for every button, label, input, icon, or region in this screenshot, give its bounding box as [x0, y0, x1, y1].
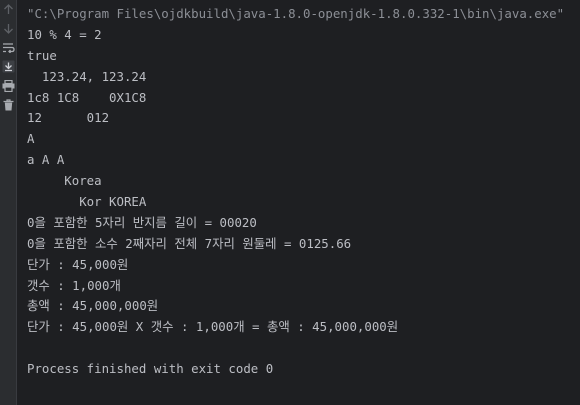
console-line: Kor KOREA	[27, 194, 147, 210]
console-line: 총액 : 45,000,000원	[27, 298, 159, 314]
console-line: A	[27, 131, 35, 147]
console-line: 갯수 : 1,000개	[27, 277, 121, 293]
console-line: 10 % 4 = 2	[27, 26, 102, 42]
console-command-line: "C:\Program Files\ojdkbuild\java-1.8.0-o…	[27, 6, 565, 21]
console-line: true	[27, 47, 57, 63]
print-icon[interactable]	[2, 79, 15, 92]
console-line: 단가 : 45,000원	[27, 256, 129, 272]
process-exit-line: Process finished with exit code 0	[27, 361, 274, 377]
console-line: a A A	[27, 152, 65, 168]
console-output[interactable]: "C:\Program Files\ojdkbuild\java-1.8.0-o…	[17, 0, 580, 405]
arrow-up-icon[interactable]	[2, 3, 15, 16]
console-toolbar	[0, 0, 17, 405]
trash-icon[interactable]	[2, 98, 15, 111]
console-line: Korea	[27, 173, 102, 189]
run-console-window: "C:\Program Files\ojdkbuild\java-1.8.0-o…	[0, 0, 580, 405]
soft-wrap-icon[interactable]	[2, 41, 15, 54]
console-line: 단가 : 45,000원 X 갯수 : 1,000개 = 총액 : 45,000…	[27, 319, 399, 335]
console-line: 1c8 1C8 0X1C8	[27, 89, 147, 105]
console-line: 0을 포함한 5자리 반지름 길이 = 00020	[27, 214, 257, 230]
console-line: 0을 포함한 소수 2째자리 전체 7자리 원둘레 = 0125.66	[27, 235, 352, 251]
scroll-to-end-icon[interactable]	[2, 60, 15, 73]
arrow-down-icon[interactable]	[2, 22, 15, 35]
console-line: 123.24, 123.24	[27, 68, 147, 84]
console-line: 12 012	[27, 110, 110, 126]
